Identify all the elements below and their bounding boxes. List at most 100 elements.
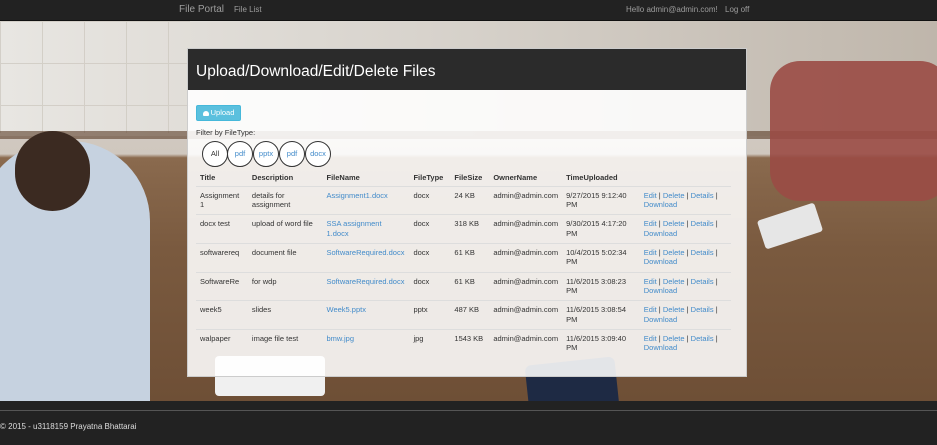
download-link[interactable]: Download [644,257,677,266]
user-greeting-link[interactable]: Hello admin@admin.com! [626,5,718,14]
details-link[interactable]: Details [691,219,714,228]
download-link[interactable]: Download [644,315,677,324]
file-link[interactable]: SSA assignment 1.docx [327,219,382,238]
cell-description: for wdp [247,271,323,301]
col-time-uploaded: TimeUploaded [562,169,640,187]
edit-link[interactable]: Edit [644,277,657,286]
cell-title: SoftwareRe [196,271,248,301]
cell-filesize: 61 KB [450,242,490,273]
filter-pptx[interactable]: pptx [253,141,279,167]
col-filesize: FileSize [450,169,490,187]
upload-button-label: Upload [210,108,235,117]
cloud-upload-icon [202,110,209,116]
cell-actions: Edit | Delete | Details | Download [639,300,731,330]
file-link[interactable]: SoftwareRequired.docx [327,277,405,286]
details-link[interactable]: Details [691,248,714,257]
cell-filetype: jpg [409,328,451,359]
cell-filesize: 318 KB [450,214,490,244]
download-link[interactable]: Download [644,286,677,295]
separator: | [686,190,689,200]
filter-docx[interactable]: docx [305,141,331,167]
download-link[interactable]: Download [644,200,677,209]
delete-link[interactable]: Delete [663,305,685,314]
cell-actions: Edit | Delete | Details | Download [639,328,731,359]
cell-title: softwarereq [196,242,248,273]
background-wall-tiles [0,21,190,133]
delete-link[interactable]: Delete [663,248,685,257]
cell-time: 11/6/2015 3:08:54 PM [562,300,640,330]
cell-owner: admin@admin.com [489,214,563,244]
download-link[interactable]: Download [644,229,677,238]
separator: | [658,219,661,229]
cell-owner: admin@admin.com [489,185,563,215]
delete-link[interactable]: Delete [663,219,685,228]
background-person-left-head [15,131,90,211]
delete-link[interactable]: Delete [663,191,685,200]
download-link[interactable]: Download [644,343,677,352]
filter-pdf-2[interactable]: pdf [279,141,305,167]
cell-filetype: docx [409,242,451,273]
col-owner: OwnerName [489,169,563,187]
cell-owner: admin@admin.com [489,242,563,273]
files-panel: Upload/Download/Edit/Delete Files Upload… [187,48,747,377]
cell-description: image file test [247,328,323,359]
edit-link[interactable]: Edit [644,191,657,200]
cell-time: 9/27/2015 9:12:40 PM [562,185,640,215]
col-filename: FileName [322,169,410,187]
cell-description: upload of word file [247,214,323,244]
separator: | [658,276,661,286]
cell-title: walpaper [196,328,248,359]
delete-link[interactable]: Delete [663,334,685,343]
edit-link[interactable]: Edit [644,305,657,314]
file-link[interactable]: bmw.jpg [327,334,355,343]
cell-actions: Edit | Delete | Details | Download [639,242,731,273]
cell-actions: Edit | Delete | Details | Download [639,214,731,244]
details-link[interactable]: Details [691,334,714,343]
cell-time: 10/4/2015 5:02:34 PM [562,242,640,273]
cell-filesize: 24 KB [450,185,490,215]
separator: | [686,276,689,286]
filter-label: Filter by FileType: [196,128,256,137]
file-link[interactable]: SoftwareRequired.docx [327,248,405,257]
edit-link[interactable]: Edit [644,248,657,257]
upload-button[interactable]: Upload [196,105,241,121]
file-link[interactable]: Week5.pptx [327,305,366,314]
separator: | [686,247,689,257]
delete-link[interactable]: Delete [663,277,685,286]
table-row: softwarereq document file SoftwareRequir… [196,242,731,273]
table-row: docx test upload of word file SSA assign… [196,214,731,244]
filter-all[interactable]: All [202,141,228,167]
page-title: Upload/Download/Edit/Delete Files [196,63,436,80]
brand-link[interactable]: File Portal [179,4,224,15]
cell-filesize: 487 KB [450,300,490,330]
cell-title: week5 [196,300,248,330]
separator: | [686,333,689,343]
nav-file-list[interactable]: File List [234,5,262,14]
file-link[interactable]: Assignment1.docx [327,191,388,200]
separator: | [686,219,689,229]
cell-owner: admin@admin.com [489,300,563,330]
cell-actions: Edit | Delete | Details | Download [639,271,731,301]
logoff-link[interactable]: Log off [725,5,749,14]
col-description: Description [247,169,323,187]
background-person-right [770,61,937,201]
background-keyboard [756,202,824,250]
cell-description: document file [247,242,323,273]
edit-link[interactable]: Edit [644,219,657,228]
cell-owner: admin@admin.com [489,271,563,301]
panel-header: Upload/Download/Edit/Delete Files [188,49,746,90]
cell-time: 11/6/2015 3:08:23 PM [562,271,640,301]
details-link[interactable]: Details [691,191,714,200]
col-filetype: FileType [409,169,451,187]
cell-description: slides [247,300,323,330]
separator: | [658,190,661,200]
table-row: Assignment 1 details for assignment Assi… [196,185,731,215]
filter-pdf[interactable]: pdf [227,141,253,167]
separator: | [715,247,718,257]
cell-owner: admin@admin.com [489,328,563,359]
table-row: week5 slides Week5.pptx pptx 487 KB admi… [196,300,731,330]
edit-link[interactable]: Edit [644,334,657,343]
details-link[interactable]: Details [691,277,714,286]
cell-filesize: 1543 KB [450,328,490,359]
details-link[interactable]: Details [691,305,714,314]
